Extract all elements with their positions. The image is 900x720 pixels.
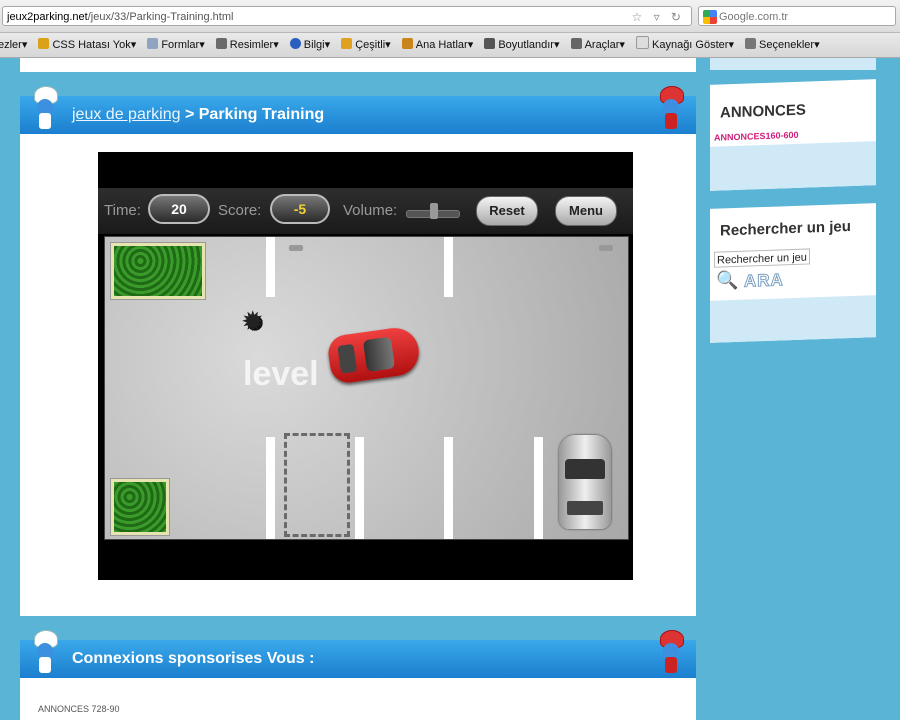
pencil-icon <box>38 38 50 49</box>
parking-game[interactable]: Time: 20 Score: -5 Volume: Reset Menu le… <box>98 152 633 580</box>
time-value: 20 <box>148 194 210 224</box>
google-icon[interactable] <box>703 10 717 25</box>
lane-line <box>444 237 453 297</box>
hedge-bottom-left <box>111 479 169 535</box>
parked-grey-car <box>559 435 611 529</box>
search-box-panel: Rechercher un jeu Rechercher un jeu 🔍 AR… <box>710 203 876 343</box>
toolbar-item-css[interactable]: CSS Hatası Yok▾ <box>38 33 136 57</box>
search-engine-label: Google.com.tr <box>719 11 789 23</box>
lane-line <box>355 437 364 539</box>
bookmark-star-icon[interactable]: ☆ ▿ ↻ <box>631 7 685 25</box>
lane-line <box>444 437 453 539</box>
toolbar-item-images[interactable]: Resimler▾ <box>215 33 279 57</box>
url-path: /jeux/33/Parking-Training.html <box>87 11 234 23</box>
top-sidebar-strip <box>710 58 876 70</box>
smurf-mascot-right <box>656 86 686 130</box>
ads-link[interactable]: ANNONCES160-600 <box>714 130 799 143</box>
form-icon <box>147 38 159 49</box>
options-icon <box>745 38 757 49</box>
level-watermark: level <box>243 355 319 393</box>
sponsored-ad-text: ANNONCES 728-90 <box>38 704 120 714</box>
game-hud: Time: 20 Score: -5 Volume: Reset Menu <box>98 188 633 234</box>
toolbar-item-resize[interactable]: Boyutlandır▾ <box>484 33 560 57</box>
toolbar-item-info[interactable]: Bilgi▾ <box>289 33 330 57</box>
smurf-mascot-left <box>30 86 60 130</box>
image-icon <box>215 38 227 49</box>
page-title: Parking Training <box>198 106 325 123</box>
search-box-bottom-band <box>710 295 876 343</box>
toolbar-item-forms[interactable]: Formlar▾ <box>147 33 205 57</box>
search-magnifier-icon[interactable]: 🔍 <box>716 270 738 292</box>
player-red-car[interactable] <box>326 324 422 386</box>
search-button[interactable]: ARA <box>744 270 798 292</box>
breadcrumb-link-parking-games[interactable]: jeux de parking <box>72 106 181 123</box>
breadcrumb-separator: > <box>180 106 199 123</box>
source-icon <box>636 36 649 49</box>
top-content-strip <box>20 58 696 72</box>
url-host: jeux2parking.net <box>7 11 88 23</box>
menu-button[interactable]: Menu <box>555 196 617 226</box>
game-panel-header: jeux de parking > Parking Training <box>20 96 696 134</box>
lane-line <box>266 237 275 297</box>
sponsored-title: Connexions sponsorises Vous : <box>72 650 315 667</box>
score-value: -5 <box>270 194 330 224</box>
ads-title: ANNONCES <box>720 101 806 122</box>
lane-line <box>534 437 543 539</box>
search-title: Rechercher un jeu <box>720 217 851 240</box>
smurf-mascot-right-2 <box>656 630 686 674</box>
sponsored-panel: Connexions sponsorises Vous : ANNONCES 7… <box>20 640 696 720</box>
info-icon <box>289 38 301 49</box>
spot-marker <box>599 245 613 251</box>
oil-stain <box>241 305 267 338</box>
time-label: Time: <box>104 202 141 219</box>
toolbar-item-tools[interactable]: Araçlar▾ <box>570 33 625 57</box>
resize-icon <box>484 38 496 49</box>
parking-lot: level <box>104 236 629 540</box>
lane-line <box>266 437 275 539</box>
misc-icon <box>341 38 353 49</box>
toolbar-item-ezler[interactable]: ezler▾ <box>0 33 27 57</box>
smurf-mascot-left-2 <box>30 630 60 674</box>
toolbar-item-view-source[interactable]: Kaynağı Göster▾ <box>636 33 734 57</box>
outline-pencil-icon <box>401 38 413 49</box>
ads-box-bottom-band <box>710 141 876 191</box>
spot-marker <box>289 245 303 251</box>
search-input[interactable]: Rechercher un jeu <box>714 248 810 268</box>
web-developer-toolbar: ezler▾ CSS Hatası Yok▾ Formlar▾ Resimler… <box>0 33 900 58</box>
address-bar[interactable]: jeux2parking.net/jeux/33/Parking-Trainin… <box>2 6 692 26</box>
breadcrumb: jeux de parking > Parking Training <box>72 106 324 124</box>
hedge-top-left <box>111 243 205 299</box>
toolbar-item-misc[interactable]: Çeşitli▾ <box>341 33 391 57</box>
browser-chrome: jeux2parking.net/jeux/33/Parking-Trainin… <box>0 0 900 33</box>
volume-slider-knob[interactable] <box>430 203 439 219</box>
ads-box: ANNONCES ANNONCES160-600 <box>710 79 876 191</box>
reset-button[interactable]: Reset <box>476 196 538 226</box>
search-engine-box[interactable]: Google.com.tr <box>698 6 896 26</box>
sponsored-panel-header: Connexions sponsorises Vous : <box>20 640 696 678</box>
toolbar-item-options[interactable]: Seçenekler▾ <box>745 33 820 57</box>
volume-label: Volume: <box>343 202 398 219</box>
target-parking-spot <box>284 433 350 537</box>
tools-icon <box>570 38 582 49</box>
score-label: Score: <box>218 202 262 219</box>
toolbar-item-outline[interactable]: Ana Hatlar▾ <box>401 33 473 57</box>
